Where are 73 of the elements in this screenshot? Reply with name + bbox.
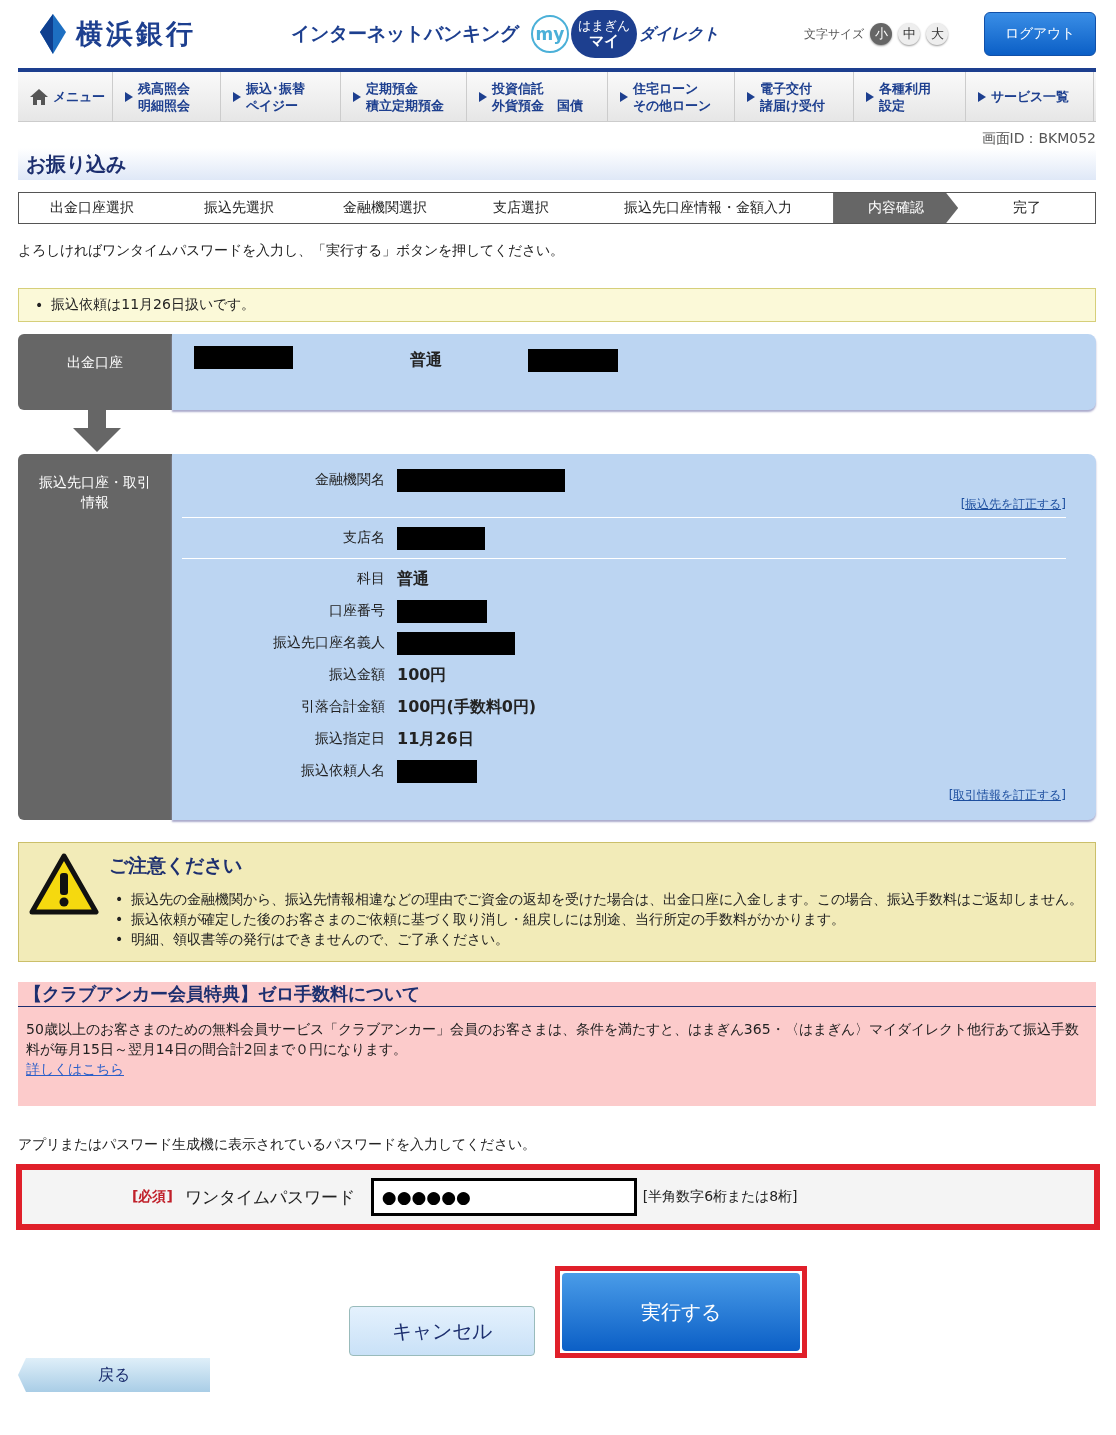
progress-step: 内容確認 <box>833 193 959 223</box>
nav-menu-item[interactable]: サービス一覧 <box>966 72 1094 121</box>
destination-label: 振込先口座・取引情報 <box>18 454 172 820</box>
bullet-mark: • <box>115 890 124 909</box>
nav-menu-item[interactable]: 電子交付 諸届け受付 <box>735 72 854 121</box>
triangle-icon <box>747 91 755 102</box>
font-size-label: 文字サイズ <box>804 25 864 43</box>
source-label: 出金口座 <box>18 334 172 410</box>
caution-item: 振込先の金融機関から、振込先情報相違などの理由でご資金の返却を受けた場合は、出金口座に入金します。この場合、振込手数料はご返却しません。 <box>131 890 1084 909</box>
screen-id: 画面ID：BKM052 <box>980 130 1096 148</box>
field-label: 振込指定日 <box>314 730 386 748</box>
triangle-icon <box>978 91 986 102</box>
caution-title: ご注意ください <box>109 853 243 878</box>
notice-text: 振込依頼は11月26日扱いです。 <box>51 296 255 314</box>
bullet-mark: • <box>115 930 124 949</box>
triangle-icon <box>353 91 361 102</box>
down-arrow-icon <box>72 410 122 452</box>
back-button[interactable]: 戻る <box>18 1358 210 1392</box>
bank-name: 横浜銀行 <box>76 17 196 51</box>
password-field[interactable]: ●●●●●● <box>370 1178 637 1216</box>
triangle-icon <box>866 91 874 102</box>
promo-text: 50歳以上のお客さまのための無料会員サービス「クラブアンカー」会員のお客さまは、条件を満たすと、はまぎん365・〈はまぎん〉マイダイレクト他行あて振込手数料が毎月15日～翌月14日の間合計2回まで０円になります。 <box>26 1020 1080 1059</box>
password-label: ワンタイムパスワード <box>184 1185 355 1209</box>
field-label: 口座番号 <box>328 602 386 620</box>
field-label: 振込先口座名義人 <box>272 634 386 652</box>
page-title: お振り込み <box>18 148 1096 180</box>
brand-mai-logo: はまぎん マイ <box>571 10 637 58</box>
promo-title: 【クラブアンカー会員特典】ゼロ手数料について <box>18 982 1096 1007</box>
nav-menu-item[interactable]: 定期預金 積立定期預金 <box>341 72 467 121</box>
field-label: 振込依頼人名 <box>300 762 386 780</box>
field-value: 11月26日 <box>397 728 474 750</box>
field-value: 普通 <box>397 568 429 590</box>
triangle-icon <box>125 91 133 102</box>
font-size-button[interactable]: 大 <box>926 23 948 45</box>
bullet-mark: • <box>35 297 44 313</box>
warning-icon <box>29 853 99 915</box>
triangle-icon <box>620 91 628 102</box>
account-type: 普通 <box>410 350 442 371</box>
correction-link[interactable]: [振込先を訂正する] <box>182 496 1066 513</box>
caution-item: 明細、領収書等の発行はできませんので、ご了承ください。 <box>131 930 510 949</box>
nav-menu-item[interactable]: 各種利用 設定 <box>854 72 966 121</box>
field-value: 100円(手数料0円) <box>397 696 537 718</box>
nav-menu-item[interactable]: 住宅ローン その他ローン <box>608 72 735 121</box>
field-label: 科目 <box>356 570 386 588</box>
field-label: 引落合計金額 <box>300 698 386 716</box>
triangle-icon <box>479 91 487 102</box>
field-label: 支店名 <box>342 529 386 547</box>
cancel-button[interactable]: キャンセル <box>349 1306 535 1356</box>
nav-menu-item[interactable]: メニュー <box>18 72 113 121</box>
field-label: 金融機関名 <box>314 471 386 489</box>
service-name: インターネットバンキング <box>291 21 519 46</box>
font-size-button[interactable]: 中 <box>898 23 920 45</box>
home-icon <box>30 88 48 105</box>
nav-menu-item[interactable]: 振込･振替 ペイジー <box>221 72 341 121</box>
nav-menu-item[interactable]: 残高照会 明細照会 <box>113 72 221 121</box>
correction-link[interactable]: [取引情報を訂正する] <box>182 787 1066 804</box>
nav-menu-item[interactable]: 投資信託 外貨預金 国債 <box>467 72 608 121</box>
brand-my-logo: my <box>531 15 569 53</box>
field-label: 振込金額 <box>328 666 386 684</box>
password-hint: [半角数字6桁または8桁] <box>642 1188 798 1206</box>
required-tag: [必須] <box>132 1188 173 1206</box>
bullet-mark: • <box>115 910 124 929</box>
field-value: 100円 <box>397 664 447 686</box>
execute-button[interactable]: 実行する <box>562 1273 800 1351</box>
caution-item: 振込依頼が確定した後のお客さまのご依頼に基づく取り消し・組戻しには別途、当行所定の手数料がかかります。 <box>131 910 846 929</box>
triangle-icon <box>233 91 241 102</box>
bank-logo-icon <box>38 14 68 54</box>
password-instruction: アプリまたはパスワード生成機に表示されているパスワードを入力してください。 <box>18 1136 537 1154</box>
instruction-text: よろしければワンタイムパスワードを入力し、「実行する」ボタンを押してください。 <box>18 242 565 260</box>
details-link[interactable]: 詳しくはこちら <box>26 1061 124 1077</box>
brand-direct-text: ダイレクト <box>639 23 719 45</box>
logout-button[interactable]: ログアウト <box>984 12 1096 56</box>
font-size-button[interactable]: 小 <box>870 23 892 45</box>
